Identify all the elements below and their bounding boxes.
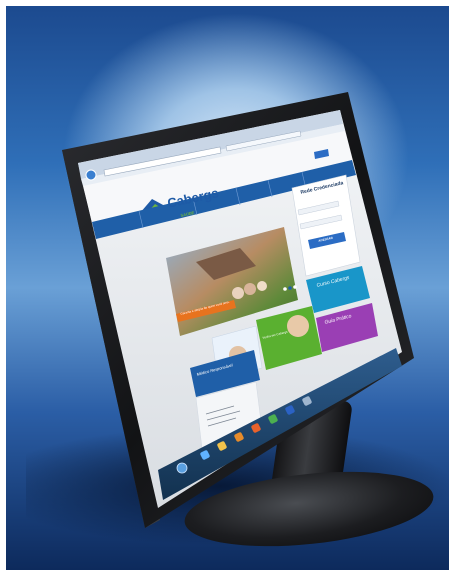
- login-button-label: ACESSAR: [318, 235, 334, 243]
- banner-caption: Garanta a alegria de quem você ama.: [180, 299, 230, 316]
- logo-text: Cabergs: [166, 185, 221, 211]
- login-title: Rede Credenciada: [300, 180, 344, 196]
- box-purple-title: Guia Prático: [324, 313, 353, 326]
- logo-sub: SAÚDE: [180, 210, 195, 218]
- box-cyan-title: Curso Cabergs: [316, 274, 351, 289]
- box-green-title: Venha ser Cabergs: [262, 329, 288, 340]
- bottom-title: Médico Responsável: [196, 362, 234, 377]
- screen-text-layer: Cabergs SAÚDE Rede Credenciada ACESSAR C…: [0, 0, 455, 576]
